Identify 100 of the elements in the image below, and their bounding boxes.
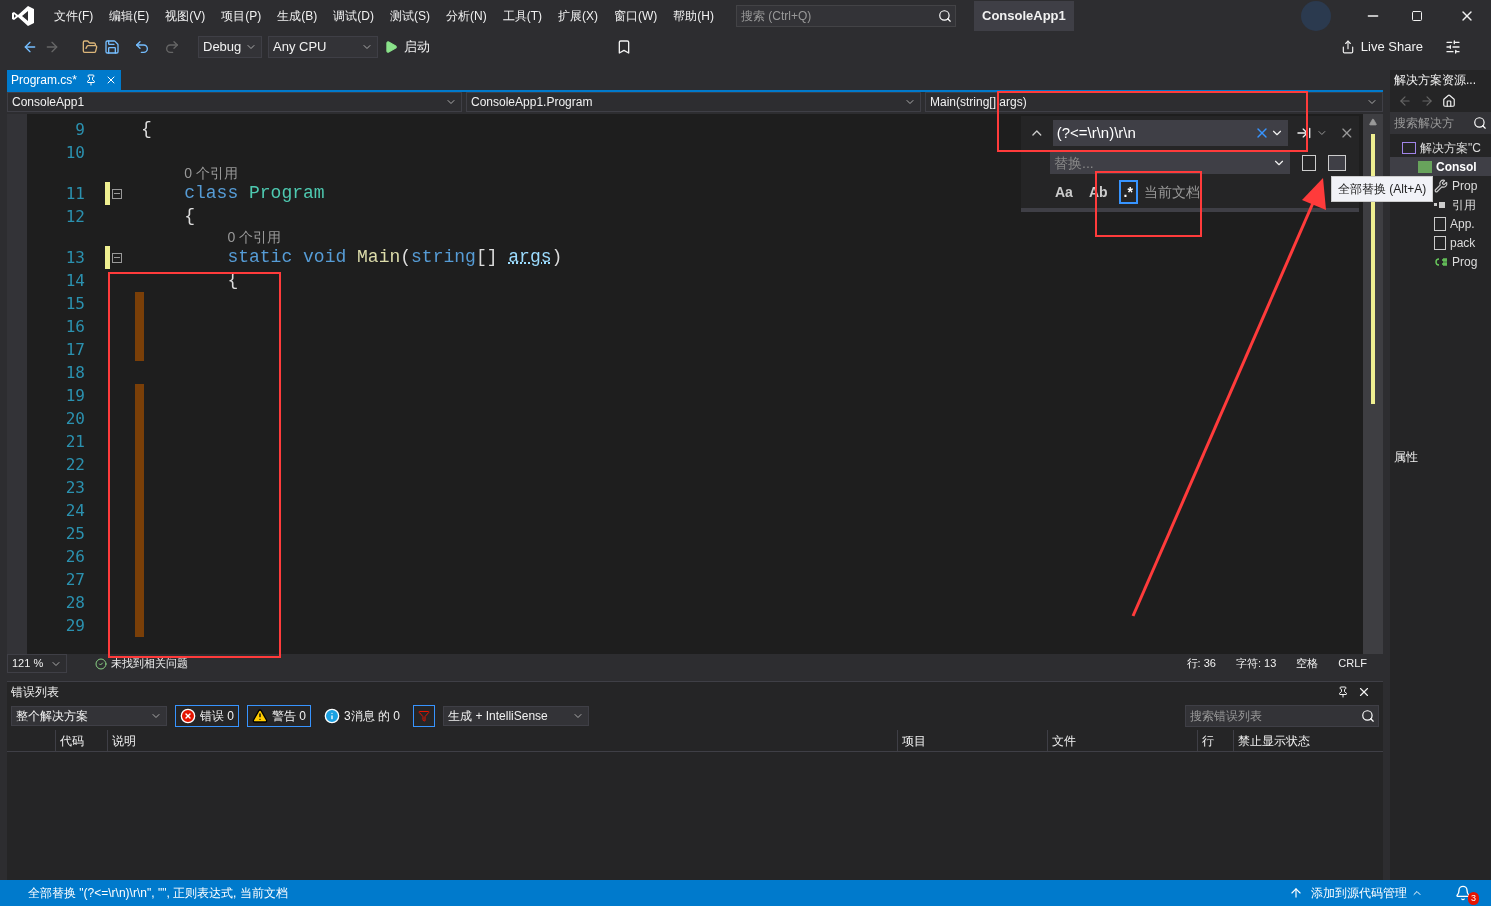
find-field[interactable]: (?<=\r\n)\r\n: [1052, 120, 1288, 146]
menu-item[interactable]: 视图(V): [157, 7, 214, 25]
tab-label[interactable]: Program.cs*: [11, 71, 78, 89]
tree-item[interactable]: Prog: [1390, 252, 1491, 271]
column-header[interactable]: 行: [1197, 730, 1233, 751]
file-icon: [1434, 235, 1446, 250]
line-number: 29: [65, 615, 85, 637]
navigation-dropdown[interactable]: ConsoleApp1.Program: [466, 92, 921, 112]
undo-icon[interactable]: [134, 39, 150, 55]
source-control-button[interactable]: 添加到源代码管理: [1311, 884, 1407, 902]
line-number: 11: [65, 183, 85, 205]
replace-next-icon[interactable]: [1302, 155, 1316, 171]
line-number: 24: [65, 500, 85, 522]
filter-toggle[interactable]: [413, 705, 436, 727]
upload-icon: [1289, 886, 1303, 900]
maximize-icon[interactable]: [1411, 10, 1423, 22]
zoom-dropdown[interactable]: 121 %: [7, 654, 67, 673]
home-icon[interactable]: [1442, 94, 1456, 108]
close-icon[interactable]: [1357, 685, 1371, 699]
forward-icon[interactable]: [1420, 94, 1434, 108]
column-header[interactable]: 项目: [897, 730, 1047, 751]
reference-count[interactable]: 0 个引用: [133, 164, 325, 182]
scroll-up-icon[interactable]: [1369, 118, 1377, 126]
references-icon: [1434, 200, 1448, 209]
notification-icon[interactable]: [1455, 885, 1471, 901]
file-icon: [1434, 216, 1446, 231]
configuration-dropdown[interactable]: Debug: [198, 36, 262, 58]
feedback-icon[interactable]: [1445, 39, 1461, 55]
filter-icon: [418, 710, 431, 722]
menu-item[interactable]: 编辑(E): [101, 7, 158, 25]
line-number: 16: [65, 316, 85, 338]
find-next-icon[interactable]: [1295, 125, 1312, 141]
source-dropdown[interactable]: 生成 + IntelliSense: [443, 706, 590, 726]
tree-item[interactable]: App.: [1390, 214, 1491, 233]
column-header[interactable]: 说明: [107, 730, 897, 751]
menu-item[interactable]: 测试(S): [382, 7, 438, 25]
scope-dropdown[interactable]: 整个解决方案: [11, 706, 167, 726]
line-number: 28: [65, 592, 85, 614]
back-icon[interactable]: [22, 39, 38, 55]
play-icon[interactable]: [384, 40, 398, 54]
filter-button[interactable]: 3消息 的 0: [319, 705, 406, 727]
editor-tab[interactable]: Program.cs*: [7, 70, 122, 90]
navigation-dropdown[interactable]: ConsoleApp1: [7, 92, 462, 112]
line-number: 18: [65, 362, 85, 384]
menu-item[interactable]: 调试(D): [325, 7, 382, 25]
solution-search-field[interactable]: 搜索解决方: [1390, 112, 1491, 134]
tree-item[interactable]: Consol: [1390, 157, 1491, 176]
tree-item[interactable]: pack: [1390, 233, 1491, 252]
status-message: 全部替换 "(?<=\r\n)\r\n", "", 正则表达式, 当前文档: [28, 885, 288, 902]
save-icon[interactable]: [104, 39, 120, 55]
collapse-icon[interactable]: [112, 252, 122, 263]
search-field[interactable]: 搜索 (Ctrl+Q): [736, 5, 956, 27]
menu-item[interactable]: 文件(F): [46, 7, 102, 25]
search-icon[interactable]: [1361, 709, 1375, 723]
reference-count[interactable]: 0 个引用: [133, 228, 563, 246]
collapse-icon[interactable]: [112, 188, 122, 199]
column-header[interactable]: 代码: [55, 730, 107, 751]
menu-item[interactable]: 窗口(W): [606, 7, 666, 25]
search-icon[interactable]: [938, 9, 952, 23]
filter-button[interactable]: 错误 0: [175, 705, 239, 727]
code-line: class Program: [183, 182, 325, 205]
solution-icon: [1402, 141, 1416, 154]
start-button[interactable]: 启动: [404, 37, 430, 57]
code-line: {: [140, 118, 152, 141]
menu-item[interactable]: 扩展(X): [550, 7, 606, 25]
filter-button[interactable]: 警告 0: [247, 705, 312, 727]
platform-dropdown[interactable]: Any CPU: [268, 36, 378, 58]
menu-item[interactable]: 分析(N): [438, 7, 495, 25]
replace-all-icon[interactable]: [1328, 155, 1346, 171]
open-folder-icon[interactable]: [82, 39, 98, 55]
bookmark-icon[interactable]: [616, 39, 632, 55]
menu-item[interactable]: 工具(T): [494, 7, 550, 25]
error-search-field[interactable]: 搜索错误列表: [1185, 705, 1379, 727]
menu-item[interactable]: 帮助(H): [665, 7, 722, 25]
code-line: static void Main(string[] args): [226, 246, 563, 269]
line-number: 17: [65, 339, 85, 361]
search-option[interactable]: Aa: [1050, 180, 1078, 204]
search-option[interactable]: .*: [1118, 180, 1138, 204]
share-icon[interactable]: [1340, 40, 1355, 54]
tooltip: 全部替换 (Alt+A): [1331, 176, 1434, 202]
code-line: {: [183, 205, 195, 228]
live-share-button[interactable]: Live Share: [1360, 37, 1423, 57]
solution-name: ConsoleApp1: [974, 1, 1074, 31]
issues-status[interactable]: 未找到相关问题: [111, 655, 188, 672]
navigation-dropdown[interactable]: Main(string[] args): [925, 92, 1383, 112]
line-status: 行: 36: [1186, 656, 1216, 672]
line-number: 27: [65, 569, 85, 591]
pin-icon[interactable]: [1337, 686, 1349, 698]
line-number: 13: [65, 247, 85, 269]
search-scope[interactable]: 当前文档: [1143, 181, 1200, 203]
search-icon[interactable]: [1473, 116, 1487, 130]
column-header[interactable]: 文件: [1047, 730, 1197, 751]
column-header[interactable]: 禁止显示状态: [1233, 730, 1373, 751]
menu-item[interactable]: 项目(P): [213, 7, 270, 25]
line-number: 26: [65, 546, 85, 568]
menu-item[interactable]: 生成(B): [269, 7, 326, 25]
info-icon: [324, 708, 341, 724]
tree-item[interactable]: 解决方案"C: [1390, 138, 1491, 157]
line-ending-status: CRLF: [1338, 656, 1367, 672]
replace-field[interactable]: 替换...: [1050, 152, 1290, 174]
